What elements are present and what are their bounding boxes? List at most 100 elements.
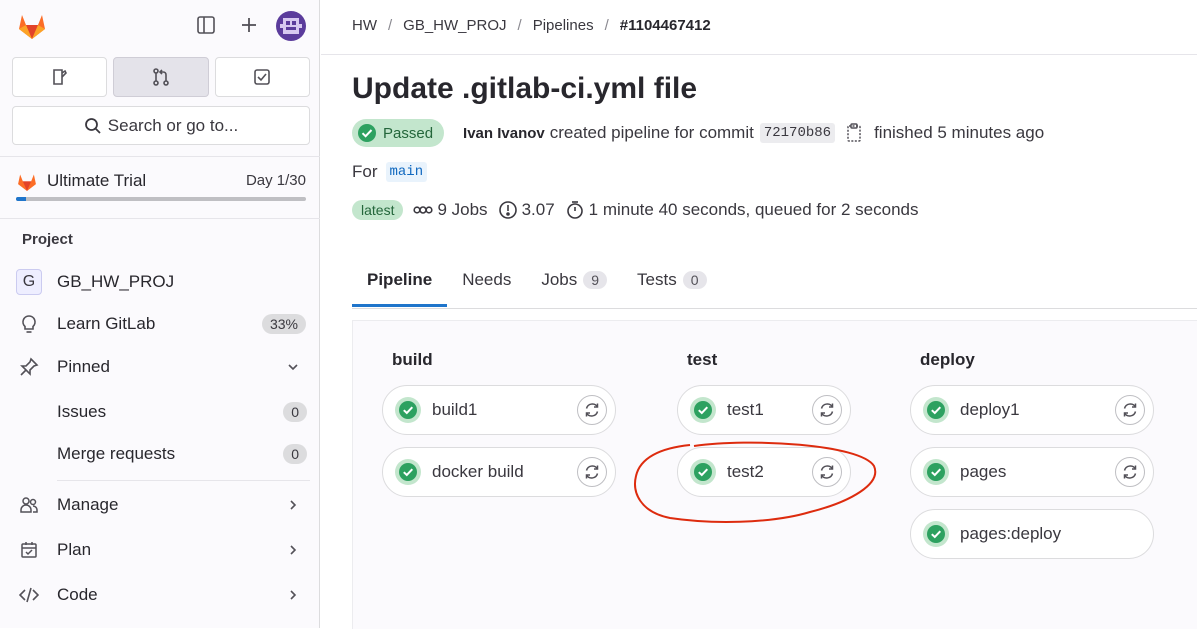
commit-sha[interactable]: 72170b86 [759, 123, 836, 143]
finished-text: finished 5 minutes ago [874, 123, 1045, 142]
ci-minutes-value: 3.07 [521, 200, 555, 219]
progress-badge: 33% [261, 314, 306, 334]
retry-button[interactable] [577, 457, 607, 487]
sidebar-item-learn-gitlab[interactable]: Learn GitLab 33% [12, 304, 310, 344]
retry-icon [820, 465, 834, 479]
ci-minutes: 3.07 [498, 200, 555, 220]
branch-info: For main [352, 162, 428, 182]
todos-button[interactable] [214, 57, 310, 97]
search-icon [84, 117, 101, 134]
job-card[interactable]: test2 [677, 447, 851, 497]
job-name: docker build [432, 462, 524, 481]
search-button[interactable]: Search or go to... [12, 106, 310, 145]
status-success-icon [923, 521, 949, 547]
search-label: Search or go to... [107, 115, 239, 135]
sidebar-item-label: Issues [57, 402, 107, 421]
status-success-icon [923, 459, 949, 485]
job-name: pages [960, 462, 1007, 481]
retry-icon [585, 465, 599, 479]
code-icon [16, 582, 42, 608]
merge-request-icon [153, 68, 169, 86]
plus-icon[interactable] [238, 14, 260, 36]
timer-icon [566, 201, 583, 219]
quota-icon [498, 201, 517, 219]
tab-label: Needs [462, 269, 512, 289]
retry-button[interactable] [812, 457, 842, 487]
retry-button[interactable] [1115, 395, 1145, 425]
job-name: pages:deploy [960, 524, 1062, 543]
duration-text: 1 minute 40 seconds, queued for 2 second… [588, 200, 919, 219]
breadcrumb-item[interactable]: GB_HW_PROJ [403, 17, 506, 34]
job-name: deploy1 [960, 400, 1020, 419]
pipeline-meta: Passed Ivan Ivanov created pipeline for … [352, 119, 1044, 147]
tab-tests[interactable]: Tests 0 [622, 252, 721, 307]
job-card[interactable]: build1 [382, 385, 616, 435]
sidebar-header [0, 0, 320, 52]
trial-progress-fill [16, 197, 26, 201]
pipeline-tabs: Pipeline Needs Jobs 9 Tests 0 [352, 252, 1197, 309]
todo-icon [254, 69, 271, 85]
gitlab-logo-icon[interactable] [16, 10, 48, 42]
tab-label: Jobs [541, 269, 578, 289]
breadcrumb-item[interactable]: HW [352, 17, 377, 34]
branch-link[interactable]: main [385, 162, 428, 182]
stage-title: build [392, 350, 433, 369]
job-card[interactable]: pages [910, 447, 1154, 497]
toggle-sidebar-icon[interactable] [195, 14, 217, 36]
divider [0, 218, 320, 219]
sidebar-item-merge-requests[interactable]: Merge requests 0 [57, 436, 307, 472]
author-link[interactable]: Ivan Ivanov [463, 125, 545, 142]
tab-count-badge: 9 [583, 270, 608, 289]
retry-icon [820, 403, 834, 417]
divider [57, 480, 310, 481]
job-card[interactable]: pages:deploy [910, 509, 1154, 559]
trial-progress-bar [16, 197, 306, 201]
planning-icon [16, 537, 42, 563]
sidebar-shortcuts [12, 57, 310, 97]
trial-label: Ultimate Trial [47, 171, 147, 190]
status-badge[interactable]: Passed [352, 119, 445, 147]
user-avatar[interactable] [276, 11, 306, 41]
chevron-right-icon [286, 543, 302, 557]
breadcrumb-separator: / [517, 17, 522, 34]
sidebar-item-project[interactable]: G GB_HW_PROJ [12, 262, 310, 302]
jobs-text: 9 Jobs [437, 200, 488, 219]
top-bar: HW / GB_HW_PROJ / Pipelines / #110446741… [321, 0, 1197, 55]
merge-requests-button[interactable] [113, 57, 209, 97]
job-card[interactable]: deploy1 [910, 385, 1154, 435]
job-card[interactable]: test1 [677, 385, 851, 435]
status-success-icon [395, 397, 421, 423]
sidebar-item-label: Pinned [57, 357, 110, 376]
trial-widget[interactable]: Ultimate Trial Day 1/30 [16, 169, 306, 205]
sidebar-item-label: Merge requests [57, 444, 176, 463]
sidebar: Search or go to... Ultimate Trial Day 1/… [0, 0, 320, 628]
sidebar-item-label: Learn GitLab [57, 314, 156, 333]
sidebar-item-code[interactable]: Code [12, 575, 310, 615]
pin-icon [16, 354, 42, 380]
assigned-issues-button[interactable] [12, 57, 108, 97]
chevron-right-icon [286, 588, 302, 602]
latest-badge: latest [352, 200, 404, 220]
sidebar-item-plan[interactable]: Plan [12, 530, 310, 570]
tab-jobs[interactable]: Jobs 9 [526, 252, 622, 307]
retry-button[interactable] [1115, 457, 1145, 487]
created-text: created pipeline for commit [549, 123, 754, 142]
sidebar-item-issues[interactable]: Issues 0 [57, 394, 307, 430]
sidebar-item-label: Code [57, 585, 98, 604]
count-badge: 0 [283, 444, 307, 464]
retry-icon [1123, 403, 1137, 417]
sidebar-item-manage[interactable]: Manage [12, 485, 310, 525]
sidebar-item-pinned[interactable]: Pinned [12, 347, 310, 387]
breadcrumb-current[interactable]: #1104467412 [620, 17, 711, 34]
retry-button[interactable] [812, 395, 842, 425]
job-card[interactable]: docker build [382, 447, 616, 497]
tab-label: Pipeline [367, 269, 433, 289]
section-title: Project [22, 231, 73, 248]
bulb-icon [16, 311, 42, 337]
tab-needs[interactable]: Needs [447, 252, 526, 307]
tab-pipeline[interactable]: Pipeline [352, 252, 448, 307]
copy-icon[interactable] [845, 123, 863, 143]
breadcrumb-item[interactable]: Pipelines [533, 17, 594, 34]
retry-button[interactable] [577, 395, 607, 425]
divider [0, 156, 320, 157]
